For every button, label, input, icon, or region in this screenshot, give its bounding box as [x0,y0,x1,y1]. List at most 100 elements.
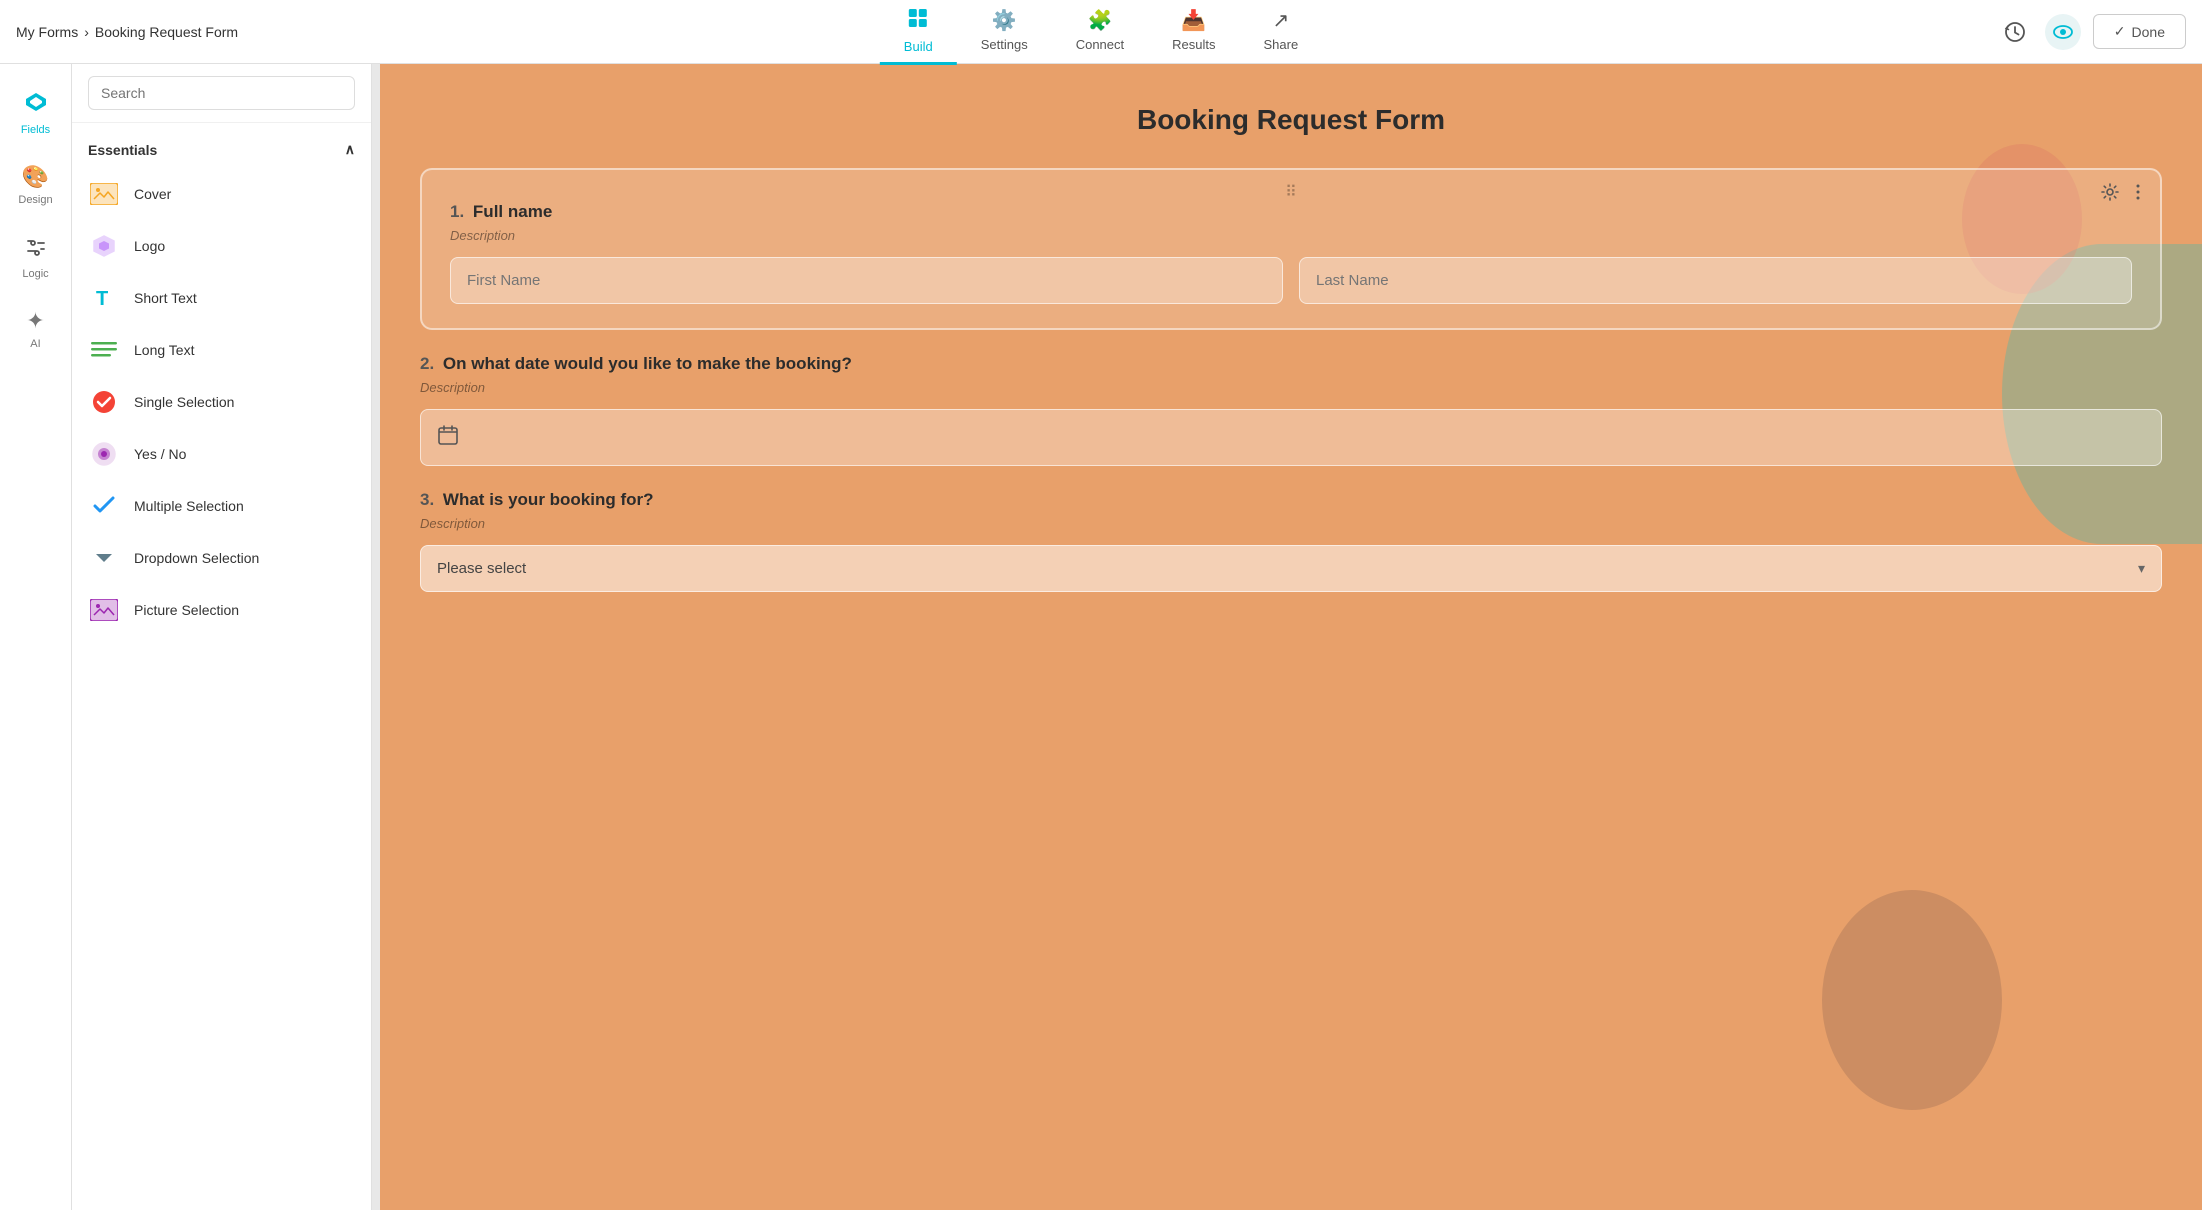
design-icon: 🎨 [22,164,49,190]
nav-right: ✓ Done [1997,14,2186,50]
field-item-picture-selection[interactable]: Picture Selection [72,584,371,636]
field-item-long-text[interactable]: Long Text [72,324,371,376]
tab-share-label: Share [1263,37,1298,52]
question-1-card: ⠿ 1. Full name Description [420,168,2162,330]
logo-icon [88,230,120,262]
tab-build[interactable]: Build [880,0,957,65]
field-item-short-text[interactable]: T Short Text [72,272,371,324]
tab-settings-label: Settings [981,37,1028,52]
dropdown-select[interactable]: Please select ▾ [420,545,2162,592]
more-button[interactable] [2128,182,2148,202]
checkmark-icon: ✓ [2114,23,2126,40]
panel-divider[interactable] [372,64,380,1210]
results-icon: 📥 [1181,8,1206,33]
sidebar-item-fields-label: Fields [21,124,50,136]
collapse-icon: ∧ [345,141,355,158]
top-nav: My Forms › Booking Request Form Build ⚙️… [0,0,2202,64]
fields-panel: Essentials ∧ Cover Logo T Short Text [72,64,372,1210]
drag-handle[interactable]: ⠿ [1285,182,1297,202]
sidebar-item-fields[interactable]: Fields [6,80,66,146]
cover-label: Cover [134,186,171,202]
fields-icon [24,90,48,120]
question-3-label: 3. What is your booking for? [420,490,2162,510]
field-item-logo[interactable]: Logo [72,220,371,272]
cover-icon [88,178,120,210]
question-2-label: 2. On what date would you like to make t… [420,354,2162,374]
single-selection-icon [88,386,120,418]
essentials-section-header[interactable]: Essentials ∧ [72,131,371,168]
date-input[interactable] [420,409,2162,466]
question-1-label: 1. Full name [450,202,2132,222]
long-text-label: Long Text [134,342,194,358]
question-2-text: On what date would you like to make the … [443,354,852,373]
history-button[interactable] [1997,14,2033,50]
picture-selection-label: Picture Selection [134,602,239,618]
dropdown-arrow-icon: ▾ [2138,560,2145,577]
sidebar-item-logic[interactable]: Logic [6,224,66,290]
breadcrumb-current: Booking Request Form [95,24,238,40]
search-input[interactable] [88,76,355,110]
form-preview: Booking Request Form ⠿ 1. Full name Desc… [380,64,2202,1210]
essentials-label: Essentials [88,142,157,158]
question-3-text: What is your booking for? [443,490,654,509]
tab-results-label: Results [1172,37,1215,52]
nav-tabs: Build ⚙️ Settings 🧩 Connect 📥 Results ↗ … [880,0,1322,65]
dropdown-icon [88,542,120,574]
ai-icon: ✦ [26,308,44,334]
card-actions [2100,182,2148,202]
question-1-description: Description [450,228,2132,243]
long-text-icon [88,334,120,366]
breadcrumb-separator: › [84,24,89,40]
single-selection-label: Single Selection [134,394,234,410]
field-item-dropdown[interactable]: Dropdown Selection [72,532,371,584]
tab-share[interactable]: ↗ Share [1239,0,1322,63]
multiple-selection-label: Multiple Selection [134,498,244,514]
field-item-single-selection[interactable]: Single Selection [72,376,371,428]
question-1-num: 1. [450,202,464,221]
logic-icon [24,234,48,264]
svg-text:T: T [96,288,108,310]
main-layout: Fields 🎨 Design Logic ✦ AI Essentials ∧ [0,64,2202,1210]
breadcrumb-parent[interactable]: My Forms [16,24,78,40]
field-item-cover[interactable]: Cover [72,168,371,220]
deco-brown [1822,890,2002,1110]
first-name-input[interactable] [450,257,1283,304]
share-icon: ↗ [1272,8,1289,33]
tab-connect-label: Connect [1076,37,1124,52]
settings-icon: ⚙️ [992,8,1017,33]
sidebar-item-logic-label: Logic [22,268,48,280]
multiple-selection-icon [88,490,120,522]
build-icon [907,7,929,35]
dropdown-placeholder: Please select [437,560,526,577]
sidebar-item-ai[interactable]: ✦ AI [6,298,66,360]
question-3-description: Description [420,516,2162,531]
name-fields [450,257,2132,304]
field-item-multiple-selection[interactable]: Multiple Selection [72,480,371,532]
question-3-num: 3. [420,490,434,509]
short-text-icon: T [88,282,120,314]
tab-connect[interactable]: 🧩 Connect [1052,0,1148,63]
tab-build-label: Build [904,39,933,54]
sidebar-item-ai-label: AI [30,338,40,350]
yes-no-label: Yes / No [134,446,186,462]
calendar-icon [437,424,459,451]
question-2-block: 2. On what date would you like to make t… [420,354,2162,466]
question-1-text: Full name [473,202,552,221]
last-name-input[interactable] [1299,257,2132,304]
question-3-block: 3. What is your booking for? Description… [420,490,2162,592]
settings-button[interactable] [2100,182,2120,202]
sidebar-icons: Fields 🎨 Design Logic ✦ AI [0,64,72,1210]
preview-button[interactable] [2045,14,2081,50]
sidebar-item-design[interactable]: 🎨 Design [6,154,66,216]
dropdown-label: Dropdown Selection [134,550,259,566]
tab-results[interactable]: 📥 Results [1148,0,1239,63]
picture-selection-icon [88,594,120,626]
question-2-num: 2. [420,354,434,373]
form-title: Booking Request Form [420,104,2162,136]
logo-label: Logo [134,238,165,254]
done-button[interactable]: ✓ Done [2093,14,2186,49]
question-2-description: Description [420,380,2162,395]
field-item-yes-no[interactable]: Yes / No [72,428,371,480]
yes-no-icon [88,438,120,470]
tab-settings[interactable]: ⚙️ Settings [957,0,1052,63]
